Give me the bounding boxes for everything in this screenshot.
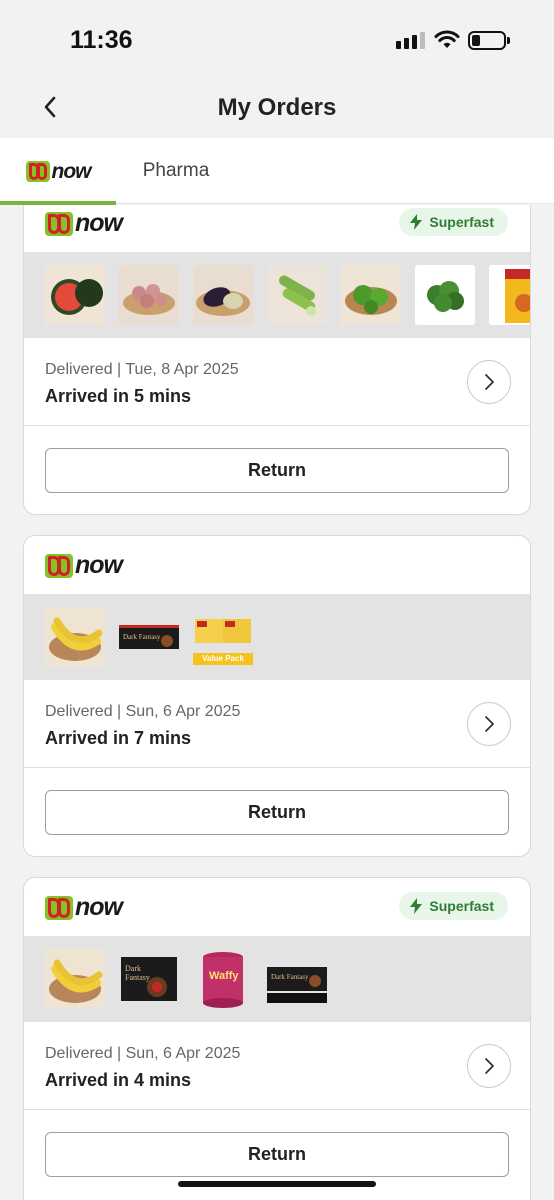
superfast-label: Superfast <box>429 898 494 914</box>
product-waffy-tin: Waffy <box>193 949 253 1009</box>
product-watermelon <box>45 265 105 325</box>
nav-header: My Orders <box>0 80 554 138</box>
chevron-right-icon <box>485 716 494 732</box>
bb-logo-icon <box>45 211 73 236</box>
page-title: My Orders <box>217 94 337 121</box>
product-onions <box>119 265 179 325</box>
product-snack-pack: Value Pack <box>193 607 253 667</box>
order-card: now Superfast Dark Fantasy Waffy Dark Fan… <box>23 877 531 1200</box>
product-dark-fantasy-box: Dark Fantasy <box>119 949 179 1009</box>
bb-logo-icon <box>45 553 73 578</box>
product-strip[interactable]: Dark Fantasy Waffy Dark Fantasy <box>24 936 530 1022</box>
status-time: 11:36 <box>70 26 133 54</box>
superfast-badge: Superfast <box>399 208 508 236</box>
arrival-time: Arrived in 5 mins <box>45 386 192 406</box>
product-cucumber <box>267 265 327 325</box>
return-button[interactable]: Return <box>45 448 509 493</box>
order-details-button[interactable] <box>467 702 511 746</box>
brand-label: now <box>75 551 123 579</box>
arrival-time: Arrived in 7 mins <box>45 728 192 748</box>
status-bar: 11:36 <box>0 0 554 80</box>
product-banana <box>45 607 105 667</box>
value-pack-tag: Value Pack <box>202 654 244 663</box>
product-coriander <box>415 265 475 325</box>
battery-tip <box>507 37 510 44</box>
bb-now-logo: now <box>25 159 92 183</box>
product-brinjal <box>193 265 253 325</box>
order-card: now Superfast Delivered | Tue, 8 Apr 202… <box>23 205 531 515</box>
superfast-badge: Superfast <box>399 892 508 920</box>
svg-text:Waffy: Waffy <box>209 970 239 982</box>
bb-logo-icon <box>45 895 73 920</box>
delivery-status: Delivered | Tue, 8 Apr 2025 <box>45 361 239 378</box>
product-strip[interactable] <box>24 252 530 338</box>
return-button[interactable]: Return <box>45 1132 509 1177</box>
superfast-label: Superfast <box>429 214 494 230</box>
tab-pharma[interactable]: Pharma <box>116 138 236 204</box>
svg-text:Fantasy: Fantasy <box>125 973 150 982</box>
brand-label: now <box>75 209 123 237</box>
product-masala-pack <box>489 265 530 325</box>
arrival-time: Arrived in 4 mins <box>45 1070 192 1090</box>
brand-label: now <box>75 893 123 921</box>
order-card-header: now Superfast <box>24 205 530 252</box>
tab-bar: now Pharma <box>0 138 554 205</box>
product-dark-fantasy-biscuits: Dark Fantasy <box>119 607 179 667</box>
bb-now-logo: now <box>45 209 123 237</box>
product-banana <box>45 949 105 1009</box>
svg-text:Dark Fantasy: Dark Fantasy <box>271 973 309 981</box>
order-card-header: now Superfast <box>24 878 530 936</box>
order-info[interactable]: Delivered | Sun, 6 Apr 2025 Arrived in 4… <box>24 1022 530 1110</box>
delivery-status: Delivered | Sun, 6 Apr 2025 <box>45 703 241 720</box>
bb-now-logo: now <box>45 893 123 921</box>
lightning-icon <box>410 214 423 230</box>
tab-now-label: now <box>51 159 92 183</box>
order-details-button[interactable] <box>467 1044 511 1088</box>
delivery-status: Delivered | Sun, 6 Apr 2025 <box>45 1045 241 1062</box>
chevron-right-icon <box>485 1058 494 1074</box>
order-info[interactable]: Delivered | Tue, 8 Apr 2025 Arrived in 5… <box>24 338 530 426</box>
home-indicator[interactable] <box>178 1181 376 1187</box>
orders-list[interactable]: now Superfast Delivered | Tue, 8 Apr 202… <box>0 205 554 1200</box>
bb-logo-icon <box>25 160 50 182</box>
product-strip[interactable]: Dark Fantasy Value Pack <box>24 594 530 680</box>
svg-text:Dark Fantasy: Dark Fantasy <box>123 633 161 641</box>
svg-text:Dark: Dark <box>125 964 141 973</box>
bb-now-logo: now <box>45 551 123 579</box>
order-info[interactable]: Delivered | Sun, 6 Apr 2025 Arrived in 7… <box>24 680 530 768</box>
order-card-header: now <box>24 536 530 594</box>
return-button[interactable]: Return <box>45 790 509 835</box>
product-capsicum <box>341 265 401 325</box>
cellular-signal-icon <box>396 32 425 49</box>
wifi-icon <box>434 30 460 48</box>
lightning-icon <box>410 898 423 914</box>
battery-icon <box>468 31 506 50</box>
product-dark-fantasy-biscuits: Dark Fantasy <box>267 949 327 1009</box>
chevron-right-icon <box>485 374 494 390</box>
order-card: now Dark Fantasy Value Pack Delivered | … <box>23 535 531 857</box>
tab-now[interactable]: now <box>0 138 116 205</box>
order-details-button[interactable] <box>467 360 511 404</box>
